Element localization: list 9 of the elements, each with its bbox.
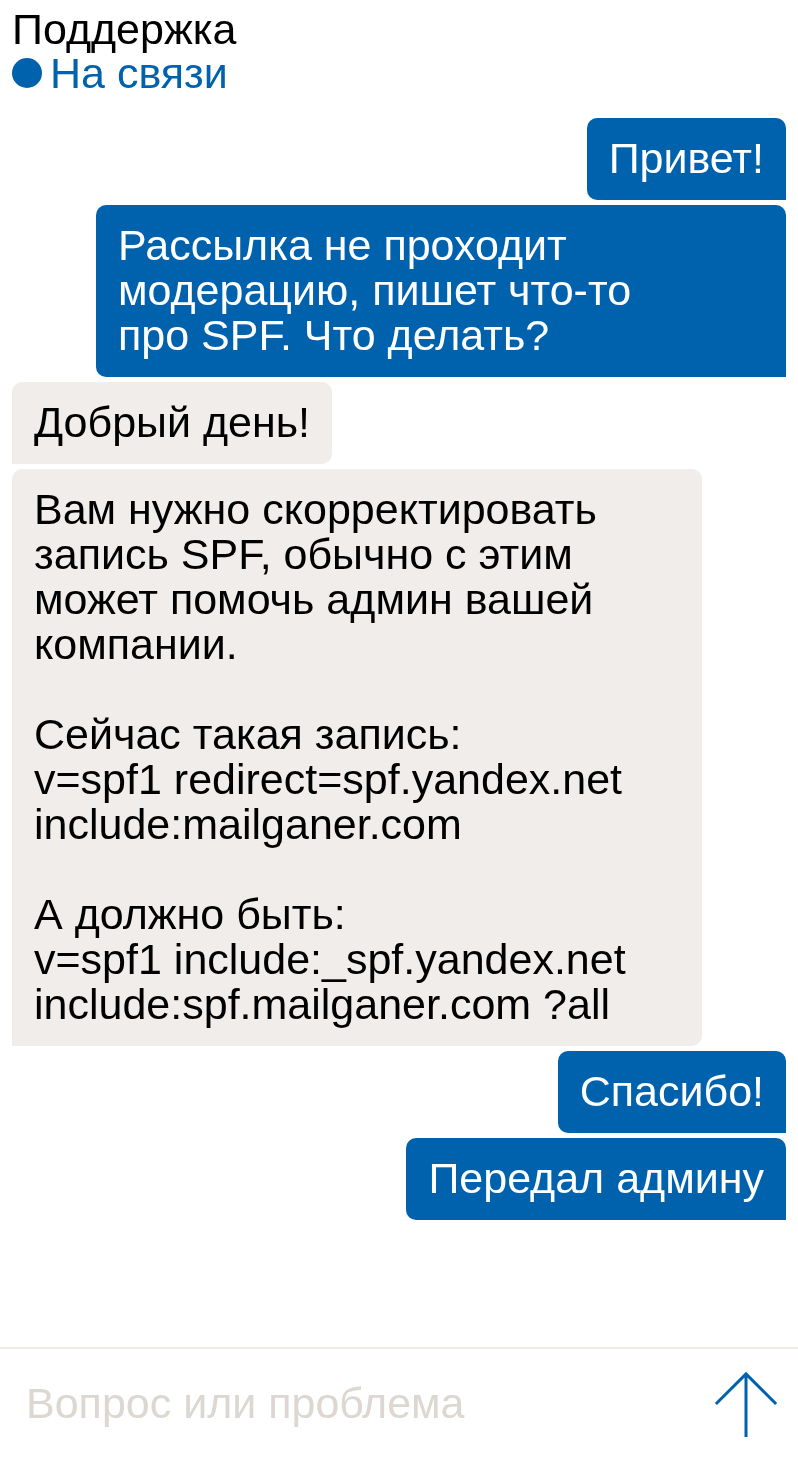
message-bubble: Добрый день! bbox=[12, 382, 333, 464]
send-button[interactable] bbox=[714, 1370, 778, 1437]
message-bubble: Спасибо! bbox=[557, 1051, 786, 1133]
message-bubble: Привет! bbox=[586, 118, 786, 200]
arrow-up-icon bbox=[714, 1370, 778, 1437]
message-bubble: Вам нужно скорректировать запись SPF, обычно с этим может помочь админ вашей компании. Сейчас такая запись: v=spf1 redirect=spf.yandex.net include:mailganer.com А должно быть: v=spf1 include:_spf.yandex.net include:spf.mailganer.com ?all bbox=[12, 469, 702, 1046]
chat-title: Поддержка bbox=[12, 7, 238, 51]
message-bubble: Передал админу bbox=[406, 1138, 786, 1220]
message-bubble: Рассылка не проходит модерацию, пишет что-то про SPF. Что делать? bbox=[96, 205, 786, 377]
